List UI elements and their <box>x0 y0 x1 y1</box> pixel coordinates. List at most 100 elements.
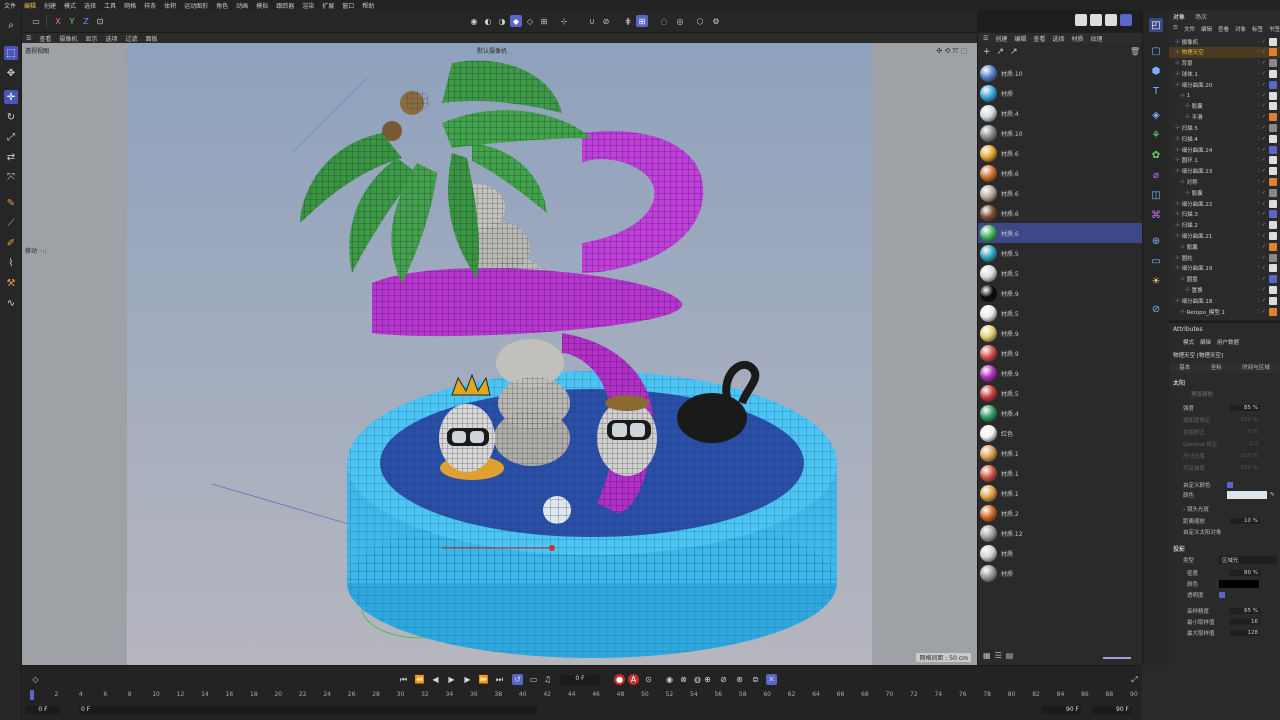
visibility-dots-icon[interactable]: ⁝ ✓ <box>1258 309 1266 315</box>
undo-icon[interactable]: ▭ <box>30 15 42 27</box>
shadow-value[interactable]: 80 % <box>1230 570 1260 576</box>
knife-icon[interactable]: ⟋ <box>4 216 18 230</box>
object-row[interactable]: ⊹ 扫描.2 ⁝ ✓ <box>1169 220 1280 231</box>
visibility-dots-icon[interactable]: ⁝ ✓ <box>1258 179 1266 185</box>
visibility-dots-icon[interactable]: ⁝ ✓ <box>1258 136 1266 142</box>
object-row[interactable]: ⊹ 置换 ⁝ ✓ <box>1169 284 1280 295</box>
material-item[interactable]: 材质.10 <box>978 123 1143 143</box>
object-row[interactable]: ⊹ 胶囊 ⁝ ✓ <box>1169 187 1280 198</box>
live-select-icon[interactable]: ✥ <box>4 66 18 80</box>
material-item[interactable]: 材质.9 <box>978 323 1143 343</box>
menu-item-1[interactable]: 编辑 <box>24 1 36 10</box>
layer-view-icon[interactable]: ▤ <box>1006 651 1014 660</box>
3d-viewport[interactable]: 透视视图 默认摄像机 移动 ◦:: 网格间距 : 50 cm ✣ ⟲ ⤧ ⬚ <box>22 43 977 665</box>
light-icon[interactable]: ☀ <box>1149 274 1163 288</box>
timeline-ruler[interactable]: 0246810121416182022242628303234363840424… <box>30 666 1140 700</box>
attributes-menu-item[interactable]: 用户数据 <box>1217 338 1239 346</box>
object-row[interactable]: ⊹ 细分曲面.24 ⁝ ✓ <box>1169 144 1280 155</box>
material-item[interactable]: 材质.5 <box>978 243 1143 263</box>
object-row[interactable]: ⊹ 球体.1 ⁝ ✓ <box>1169 68 1280 79</box>
custom-color-checkbox[interactable] <box>1227 482 1233 488</box>
material-item[interactable]: 材质.5 <box>978 263 1143 283</box>
material-tag-icon[interactable] <box>1269 210 1277 219</box>
visibility-dots-icon[interactable]: ⁝ ✓ <box>1258 49 1266 55</box>
material-item[interactable]: 材质.6 <box>978 143 1143 163</box>
object-row[interactable]: ⊹ 1 ⁝ ✓ <box>1169 90 1280 101</box>
material-tag-icon[interactable] <box>1269 156 1277 165</box>
deformer-icon[interactable]: ⌀ <box>1149 168 1163 182</box>
attributes-menu-item[interactable]: 模式 <box>1183 338 1194 346</box>
viewport-menu-item[interactable]: 查看 <box>39 34 51 43</box>
visibility-dots-icon[interactable]: ⁝ ✓ <box>1258 190 1266 196</box>
material-tag-icon[interactable] <box>1269 167 1277 176</box>
viewport-menu-item[interactable]: 摄像机 <box>59 34 77 43</box>
menu-item-10[interactable]: 角色 <box>216 1 228 10</box>
object-menu-item[interactable]: 书签 <box>1269 25 1280 33</box>
visibility-dots-icon[interactable]: ⁝ ✓ <box>1258 298 1266 304</box>
visibility-dots-icon[interactable]: ⁝ ✓ <box>1258 287 1266 293</box>
visibility-dots-icon[interactable]: ⁝ ✓ <box>1258 125 1266 131</box>
material-tag-icon[interactable] <box>1269 113 1277 122</box>
visibility-dots-icon[interactable]: ⁝ ✓ <box>1258 93 1266 99</box>
coordinate-icon[interactable]: ⤧ <box>4 170 18 184</box>
viewport-menu-item[interactable]: 过滤 <box>125 34 137 43</box>
preview-end-field[interactable]: 90 F <box>1042 706 1082 714</box>
menu-item-5[interactable]: 工具 <box>104 1 116 10</box>
move-tool-icon[interactable]: ✛ <box>4 90 18 104</box>
x-axis-icon[interactable]: X <box>52 15 64 27</box>
eyedropper-icon[interactable]: ✎ <box>1270 492 1275 498</box>
menu-item-2[interactable]: 创建 <box>44 1 56 10</box>
menu-item-13[interactable]: 跟踪器 <box>276 1 294 10</box>
playhead[interactable] <box>30 690 34 700</box>
hamburger-icon[interactable]: ☰ <box>1173 25 1178 33</box>
material-tag-icon[interactable] <box>1269 264 1277 273</box>
scale-tool-icon[interactable]: ⤢ <box>4 130 18 144</box>
points-mode-icon[interactable]: ◑ <box>496 15 508 27</box>
material-item[interactable]: 材质.6 <box>978 223 1143 243</box>
shadow-type-select[interactable]: 区域光 <box>1219 556 1277 564</box>
layout-c-icon[interactable] <box>1105 14 1117 26</box>
attribute-value[interactable]: 0 % <box>1230 429 1260 435</box>
transform-icon[interactable]: ⇄ <box>4 150 18 164</box>
object-row[interactable]: ⊹ 细分曲面.20 ⁝ ✓ <box>1169 79 1280 90</box>
render-region-icon[interactable]: ◌ <box>658 15 670 27</box>
cube-icon[interactable]: ▢ <box>1149 44 1163 58</box>
material-tag-icon[interactable] <box>1269 177 1277 186</box>
preview-start-field[interactable]: 0 F <box>78 706 538 714</box>
material-item[interactable]: 材质.9 <box>978 283 1143 303</box>
material-item[interactable]: 材质.2 <box>978 503 1143 523</box>
object-row[interactable]: ⊹ 物理天空 ⁝ ✓ <box>1169 46 1280 58</box>
material-tag-icon[interactable] <box>1269 296 1277 305</box>
menu-item-15[interactable]: 扩展 <box>322 1 334 10</box>
render-view-icon[interactable]: ◎ <box>674 15 686 27</box>
material-item[interactable]: 材质 <box>978 83 1143 103</box>
object-row[interactable]: ⊹ 圆环.1 ⁝ ✓ <box>1169 155 1280 166</box>
arrow-icon[interactable]: ↗ <box>997 47 1005 57</box>
trash-icon[interactable]: 🗑 <box>1130 47 1140 56</box>
material-tag-icon[interactable] <box>1269 80 1277 89</box>
field-icon[interactable]: ◫ <box>1149 188 1163 202</box>
attribute-value[interactable]: 85 % <box>1230 405 1260 411</box>
hamburger-icon[interactable]: ☰ <box>26 35 31 42</box>
magnet-icon[interactable]: ∿ <box>4 296 18 310</box>
material-item[interactable]: 材质.4 <box>978 103 1143 123</box>
material-item[interactable]: 材质.1 <box>978 483 1143 503</box>
spline-pen-icon[interactable]: ✎ <box>4 196 18 210</box>
menu-item-16[interactable]: 窗口 <box>342 1 354 10</box>
menu-item-3[interactable]: 模式 <box>64 1 76 10</box>
polygons-mode-icon[interactable]: ◇ <box>524 15 536 27</box>
shadow-color-swatch[interactable] <box>1219 580 1259 588</box>
generator-icon[interactable]: ◈ <box>1149 108 1163 122</box>
text-icon[interactable]: T <box>1149 84 1163 98</box>
material-tag-icon[interactable] <box>1269 231 1277 240</box>
environment-icon[interactable]: ⊕ <box>1149 234 1163 248</box>
material-item[interactable]: 材质.9 <box>978 343 1143 363</box>
grid-icon[interactable]: ⋕ <box>622 15 634 27</box>
material-tag-icon[interactable] <box>1269 102 1277 111</box>
texture-mode-icon[interactable]: ◐ <box>482 15 494 27</box>
shadow-value[interactable]: 16 <box>1230 619 1260 625</box>
object-row[interactable]: ⊹ 细分曲面.18 ⁝ ✓ <box>1169 295 1280 306</box>
attribute-value[interactable]: 100 % <box>1230 465 1260 471</box>
tag-icon[interactable]: ⊘ <box>1149 302 1163 316</box>
tab-takes[interactable]: 场次 <box>1195 12 1207 21</box>
